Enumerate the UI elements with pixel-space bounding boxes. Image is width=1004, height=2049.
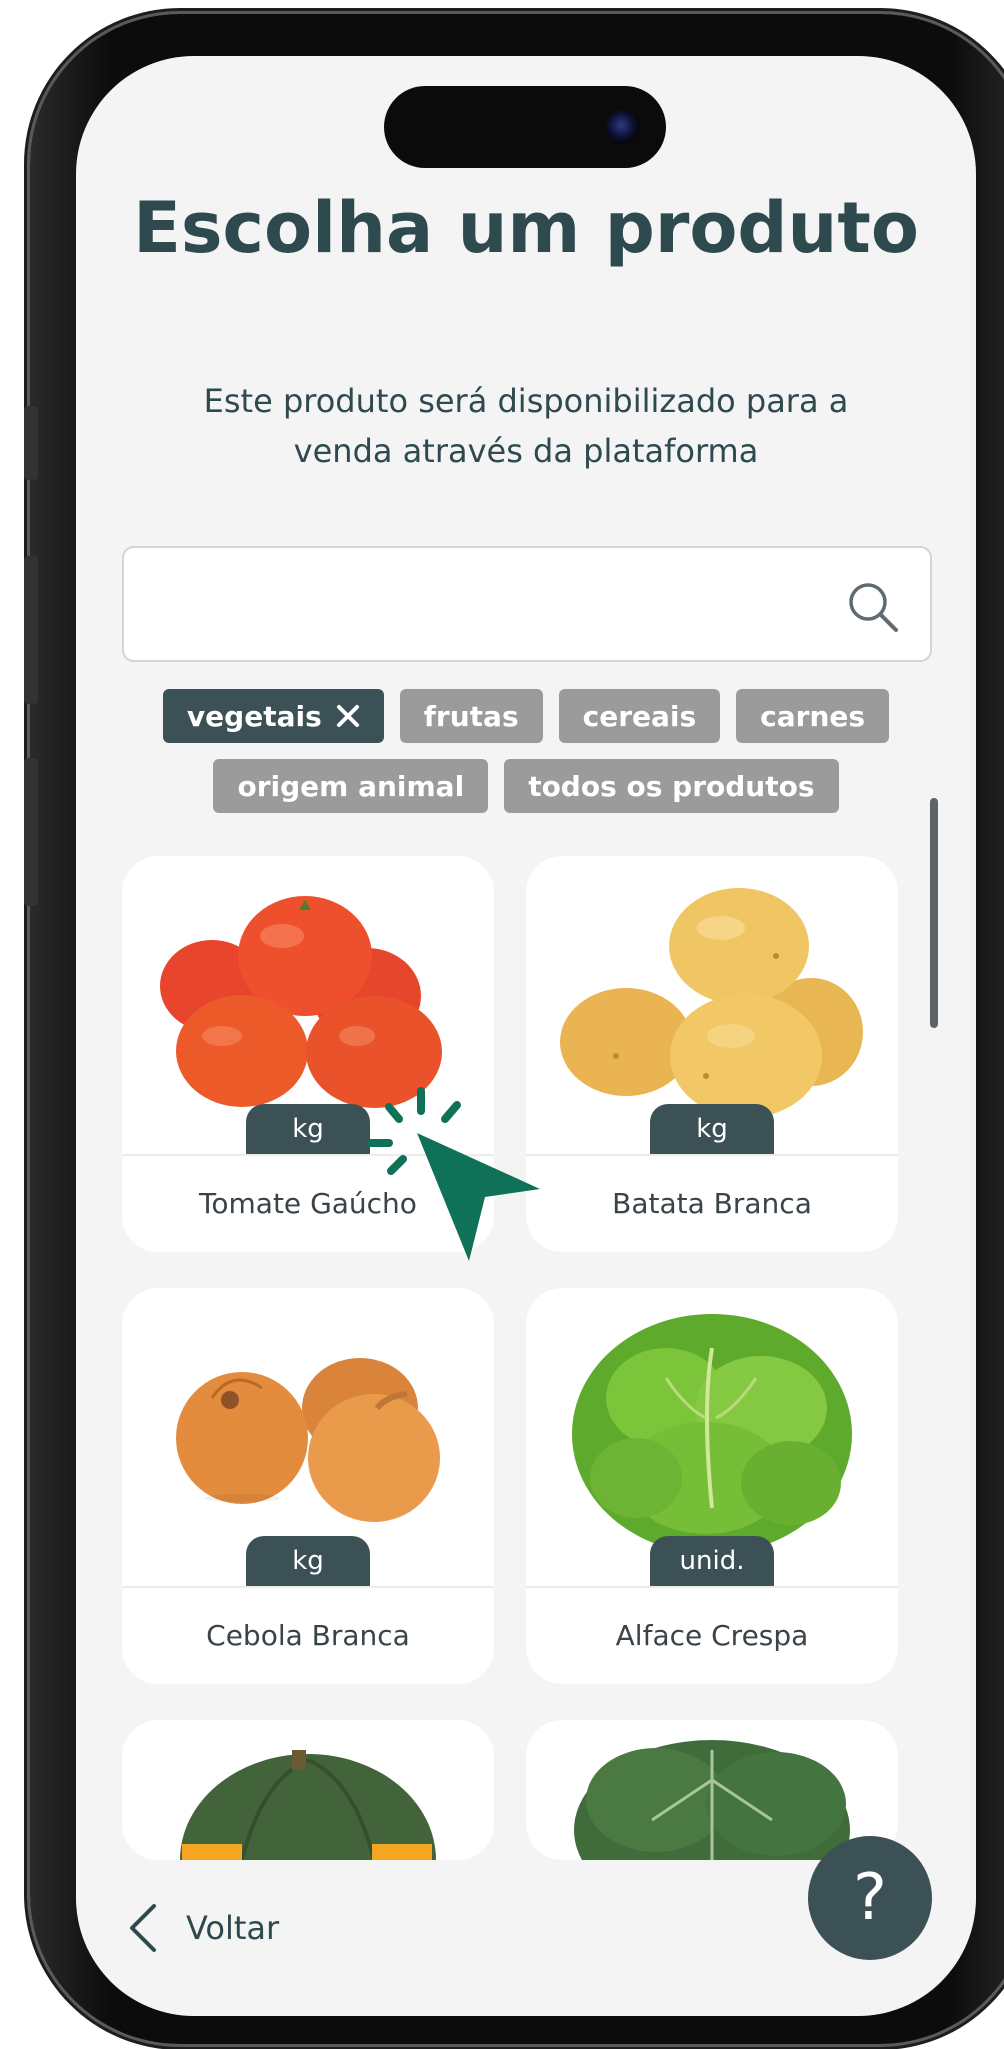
back-label: Voltar	[186, 1909, 280, 1947]
chevron-left-icon	[130, 1904, 156, 1952]
tap-cursor-icon	[367, 1087, 540, 1261]
product-card-batata[interactable]: kg Batata Branca	[526, 856, 898, 1252]
product-card-abobora[interactable]	[122, 1720, 494, 1860]
search-box[interactable]	[122, 546, 932, 662]
app-screen: Escolha um produto Este produto será dis…	[76, 56, 976, 2016]
filter-chip-origem-animal[interactable]: origem animal	[213, 759, 489, 813]
filter-chip-label: frutas	[423, 699, 519, 733]
filter-chip-label: cereais	[582, 699, 697, 733]
pumpkin-image	[180, 1750, 436, 1860]
kale-image	[574, 1740, 850, 1860]
search-input[interactable]	[144, 568, 828, 642]
unit-badge: kg	[246, 1536, 370, 1586]
unit-badge: kg	[246, 1104, 370, 1154]
filter-chip-todos-os-produtos[interactable]: todos os produtos	[504, 759, 839, 813]
filter-chip-label: todos os produtos	[528, 769, 815, 803]
filter-chip-label: carnes	[760, 699, 866, 733]
product-card-alface[interactable]: unid. Alface Crespa	[526, 1288, 898, 1684]
product-name: Alface Crespa	[615, 1619, 809, 1652]
filter-chip-vegetais[interactable]: vegetais	[162, 689, 384, 743]
filter-chip-label: vegetais	[186, 699, 322, 733]
phone-volume-down	[24, 758, 38, 906]
product-name: Batata Branca	[612, 1187, 812, 1220]
product-card-couve[interactable]	[526, 1720, 898, 1860]
camera-icon	[606, 110, 640, 144]
page-title: Escolha um produto	[133, 187, 919, 269]
unit-badge: unid.	[650, 1536, 774, 1586]
filter-chip-frutas[interactable]: frutas	[399, 689, 543, 743]
filter-chips: vegetais frutas cereais carnes origem an…	[76, 689, 976, 829]
filter-chip-cereais[interactable]: cereais	[558, 689, 721, 743]
unit-badge: kg	[650, 1104, 774, 1154]
filter-chip-carnes[interactable]: carnes	[736, 689, 890, 743]
page-subtitle: Este produto será disponibilizado para a…	[203, 382, 849, 470]
filter-chip-label: origem animal	[237, 769, 465, 803]
dynamic-island	[384, 86, 666, 168]
close-icon[interactable]	[336, 704, 360, 728]
back-button[interactable]: Voltar	[128, 1902, 279, 1954]
product-card-cebola[interactable]: kg Cebola Branca	[122, 1288, 494, 1684]
phone-mute-switch	[24, 406, 38, 480]
scrollbar-thumb[interactable]	[930, 798, 938, 1028]
help-button[interactable]: ?	[808, 1836, 932, 1960]
phone-volume-up	[24, 556, 38, 704]
product-name: Cebola Branca	[206, 1619, 410, 1652]
search-icon[interactable]	[846, 580, 900, 634]
